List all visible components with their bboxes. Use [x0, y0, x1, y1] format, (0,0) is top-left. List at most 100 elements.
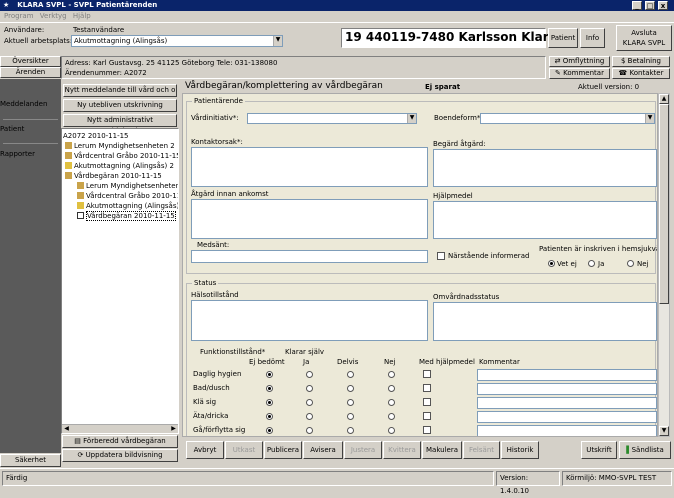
- scroll-up-icon[interactable]: ▲: [659, 94, 669, 104]
- menu-verktyg[interactable]: Verktyg: [40, 11, 67, 22]
- sidebar-item-meddelanden[interactable]: Meddelanden: [0, 100, 47, 108]
- function-radio[interactable]: [388, 427, 395, 434]
- tree-item[interactable]: A2072 2010-11-15: [63, 131, 178, 141]
- patient-button[interactable]: Patient: [548, 28, 578, 48]
- new-missed-discharge-button[interactable]: Ny utebliven utskrivning: [63, 99, 177, 112]
- tree-item-selected[interactable]: Vårdbegäran 2010-11-15: [63, 211, 178, 221]
- hjalpmedel-checkbox[interactable]: [423, 384, 431, 392]
- maximize-button[interactable]: □: [645, 1, 655, 10]
- function-radio[interactable]: [347, 413, 354, 420]
- kontaktorsak-textarea[interactable]: [191, 147, 428, 187]
- narstaende-checkbox[interactable]: [437, 252, 445, 260]
- function-radio[interactable]: [306, 413, 313, 420]
- tree-scrollbar-h[interactable]: ◀ ▶: [62, 424, 178, 433]
- col-ej-bedomt: Ej bedömt: [249, 358, 285, 366]
- ja-radio[interactable]: [588, 260, 595, 267]
- omflyttning-button[interactable]: ⇄ Omflyttning: [549, 56, 610, 67]
- utskrift-button[interactable]: Utskrift: [581, 441, 617, 459]
- tree-item[interactable]: Vårdcentral Gråbo 2010-11-15: [63, 151, 178, 161]
- function-radio[interactable]: [347, 371, 354, 378]
- menu-program[interactable]: Program: [4, 11, 34, 22]
- kommentar-input[interactable]: [477, 411, 657, 423]
- new-admin-message-button[interactable]: Nytt administrativt meddelande: [63, 114, 177, 135]
- betalning-button[interactable]: $ Betalning: [612, 56, 670, 67]
- new-message-button[interactable]: Nytt meddelande till vård och o: [63, 84, 177, 97]
- form-scrollbar[interactable]: ▲ ▼: [658, 93, 670, 437]
- nej-radio[interactable]: [627, 260, 634, 267]
- tree-item[interactable]: Vårdbegäran 2010-11-15: [63, 171, 178, 181]
- tree-item[interactable]: Vårdcentral Gråbo 2010-11-15: [63, 191, 178, 201]
- function-radio[interactable]: [306, 399, 313, 406]
- scroll-left-icon[interactable]: ◀: [62, 425, 71, 433]
- omvardnadsstatus-textarea[interactable]: [433, 302, 657, 341]
- sidebar-item-rapporter[interactable]: Rapporter: [0, 150, 35, 158]
- atgard-textarea[interactable]: [191, 199, 428, 239]
- sidebar-item-sakerhet[interactable]: Säkerhet: [0, 454, 61, 467]
- sidebar-item-arenden[interactable]: Ärenden: [0, 67, 61, 78]
- vet-ej-radio[interactable]: [548, 260, 555, 267]
- avbryt-button[interactable]: Avbryt: [186, 441, 224, 459]
- close-button[interactable]: x: [658, 1, 668, 10]
- kvittera-button[interactable]: Kvittera: [383, 441, 421, 459]
- function-radio[interactable]: [266, 399, 273, 406]
- vardinitiativ-select[interactable]: ▼: [247, 113, 417, 124]
- hjalpmedel-checkbox[interactable]: [423, 412, 431, 420]
- function-radio[interactable]: [388, 399, 395, 406]
- sidebar-item-oversikter[interactable]: Översikter: [0, 56, 61, 67]
- function-radio[interactable]: [266, 385, 273, 392]
- kommentar-button[interactable]: ✎ Kommentar: [549, 68, 610, 79]
- function-radio[interactable]: [266, 371, 273, 378]
- hjalpmedel-checkbox[interactable]: [423, 370, 431, 378]
- function-radio[interactable]: [388, 413, 395, 420]
- prepared-request-button[interactable]: ▤ Förberedd vårdbegäran: [62, 435, 178, 448]
- function-radio[interactable]: [347, 427, 354, 434]
- medsant-input[interactable]: [191, 250, 428, 263]
- makulera-button[interactable]: Makulera: [422, 441, 462, 459]
- function-radio[interactable]: [347, 399, 354, 406]
- sandlista-button[interactable]: ▌Sändlista: [619, 441, 671, 459]
- info-button[interactable]: Info: [580, 28, 605, 48]
- tree-item[interactable]: Lerum Myndighetsenheten 2: [63, 141, 178, 151]
- function-radio[interactable]: [347, 385, 354, 392]
- kommentar-input[interactable]: [477, 383, 657, 395]
- scroll-down-icon[interactable]: ▼: [659, 426, 669, 436]
- halsotillstand-textarea[interactable]: [191, 300, 428, 341]
- minimize-button[interactable]: _: [632, 1, 642, 10]
- felsant-button[interactable]: Felsänt: [463, 441, 500, 459]
- update-view-button[interactable]: ⟳ Uppdatera bildvisning: [62, 449, 178, 462]
- function-radio[interactable]: [306, 385, 313, 392]
- tree-item[interactable]: Akutmottagning (Alingsås): [63, 201, 178, 211]
- medsant-label: Medsänt:: [197, 241, 230, 249]
- publicera-button[interactable]: Publicera: [264, 441, 302, 459]
- function-radio[interactable]: [388, 385, 395, 392]
- hjalpmedel-checkbox[interactable]: [423, 426, 431, 434]
- sidebar-item-patient[interactable]: Patient: [0, 125, 24, 133]
- hjalpmedel-textarea[interactable]: [433, 201, 657, 239]
- scroll-thumb[interactable]: [659, 104, 669, 304]
- workplace-select[interactable]: Akutmottagning (Alingsås) ▼: [71, 35, 283, 47]
- justera-button[interactable]: Justera: [344, 441, 382, 459]
- utkast-button[interactable]: Utkast: [225, 441, 263, 459]
- kontakter-button[interactable]: ☎ Kontakter: [612, 68, 670, 79]
- function-radio[interactable]: [388, 371, 395, 378]
- function-radio[interactable]: [306, 371, 313, 378]
- menu-hjalp[interactable]: Hjälp: [73, 11, 91, 22]
- historik-button[interactable]: Historik: [501, 441, 539, 459]
- kommentar-input[interactable]: [477, 425, 657, 436]
- avisera-button[interactable]: Avisera: [303, 441, 343, 459]
- function-radio[interactable]: [266, 427, 273, 434]
- function-radio[interactable]: [266, 413, 273, 420]
- tree-item-label: Akutmottagning (Alingsås) 2: [74, 162, 174, 170]
- tree-item[interactable]: Akutmottagning (Alingsås) 2: [63, 161, 178, 171]
- function-radio[interactable]: [306, 427, 313, 434]
- boendeform-select[interactable]: ▼: [480, 113, 655, 124]
- exit-button[interactable]: Avsluta KLARA SVPL: [616, 25, 672, 51]
- kommentar-input[interactable]: [477, 369, 657, 381]
- scroll-right-icon[interactable]: ▶: [169, 425, 178, 433]
- kommentar-input[interactable]: [477, 397, 657, 409]
- comment-icon: ✎: [555, 69, 564, 77]
- tree-item[interactable]: Lerum Myndighetsenheten 2: [63, 181, 178, 191]
- case-tree[interactable]: A2072 2010-11-15 Lerum Myndighetsenheten…: [61, 128, 179, 434]
- hjalpmedel-checkbox[interactable]: [423, 398, 431, 406]
- begard-textarea[interactable]: [433, 149, 657, 187]
